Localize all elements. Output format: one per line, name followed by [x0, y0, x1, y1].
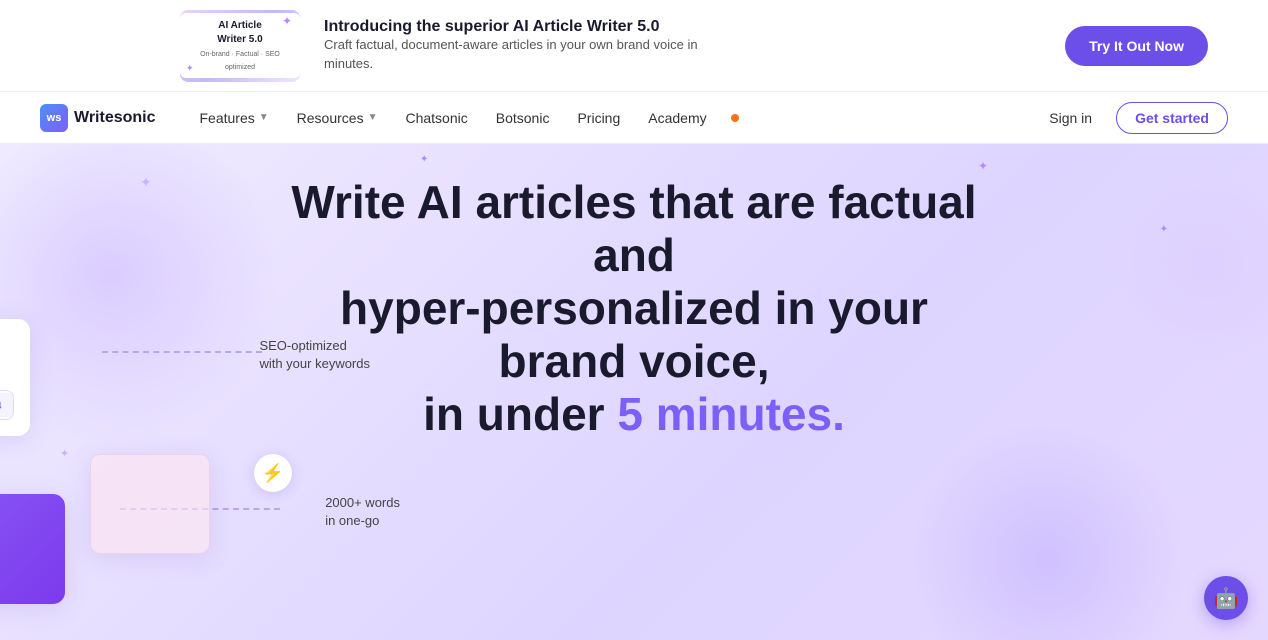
lightning-icon-right: ⚡ — [254, 454, 292, 492]
bg-blob-bottom — [908, 420, 1188, 640]
card-tabs: 📄 Upload a file Add URL — [0, 335, 14, 355]
url-label: Enter a URL: — [0, 367, 14, 382]
nav-item-features[interactable]: Features ▼ — [188, 104, 281, 132]
bottom-card-purple — [0, 494, 65, 604]
sparkle-icon: ✦ — [60, 447, 69, 460]
sparkle-icon: ✦ — [140, 174, 152, 191]
main-navbar: ws Writesonic Features ▼ Resources ▼ Cha… — [0, 92, 1268, 144]
logo-icon: ws — [40, 104, 68, 132]
logo-text: Writesonic — [74, 109, 156, 127]
annotation-2000: 2000+ words in one-go — [325, 494, 400, 530]
url-type-badge[interactable]: Exact URL ↓ — [0, 393, 13, 417]
banner-description: Introducing the superior AI Article Writ… — [324, 18, 704, 72]
chevron-down-icon: ▼ — [368, 112, 378, 123]
sign-in-button[interactable]: Sign in — [1037, 104, 1104, 132]
nav-actions: Sign in Get started — [1037, 102, 1228, 134]
hero-title: Write AI articles that are factual and h… — [274, 176, 994, 440]
banner-content: ✦ ✦ AI Article Writer 5.0 On-brand · Fac… — [180, 10, 704, 82]
nav-item-botsonic[interactable]: Botsonic — [484, 104, 562, 132]
banner-preview-image: ✦ ✦ AI Article Writer 5.0 On-brand · Fac… — [180, 10, 300, 82]
secondary-card-right — [90, 454, 210, 554]
chevron-down-icon: ▼ — [259, 112, 269, 123]
dashed-connector-seo — [102, 351, 262, 353]
sparkle-icon: ✦ — [420, 154, 428, 165]
nav-item-resources[interactable]: Resources ▼ — [285, 104, 390, 132]
banner-subtext: Craft factual, document-aware articles i… — [324, 36, 704, 72]
chat-icon: 🤖 — [1214, 586, 1239, 611]
sparkle-icon: ✦ — [1160, 224, 1168, 235]
sparkle-icon: ✦ — [978, 159, 988, 173]
chat-widget-button[interactable]: 🤖 — [1204, 576, 1248, 620]
get-started-button[interactable]: Get started — [1116, 102, 1228, 134]
hero-section: ✦ ✦ ✦ ✦ ✦ Write AI articles that are fac… — [0, 144, 1268, 640]
announcement-banner: ✦ ✦ AI Article Writer 5.0 On-brand · Fac… — [0, 0, 1268, 92]
url-input-card: 📄 Upload a file Add URL Enter a URL: Exa… — [0, 319, 30, 436]
banner-cta-button[interactable]: Try It Out Now — [1065, 26, 1208, 66]
url-input-row: Exact URL ↓ — [0, 390, 14, 420]
bg-blob-right — [1108, 164, 1268, 364]
banner-heading: Introducing the superior AI Article Writ… — [324, 18, 704, 36]
nav-links: Features ▼ Resources ▼ Chatsonic Botsoni… — [188, 104, 1038, 132]
nav-item-academy[interactable]: Academy — [636, 104, 718, 132]
nav-item-pricing[interactable]: Pricing — [565, 104, 632, 132]
logo[interactable]: ws Writesonic — [40, 104, 156, 132]
notification-dot — [731, 114, 739, 122]
nav-item-chatsonic[interactable]: Chatsonic — [393, 104, 479, 132]
